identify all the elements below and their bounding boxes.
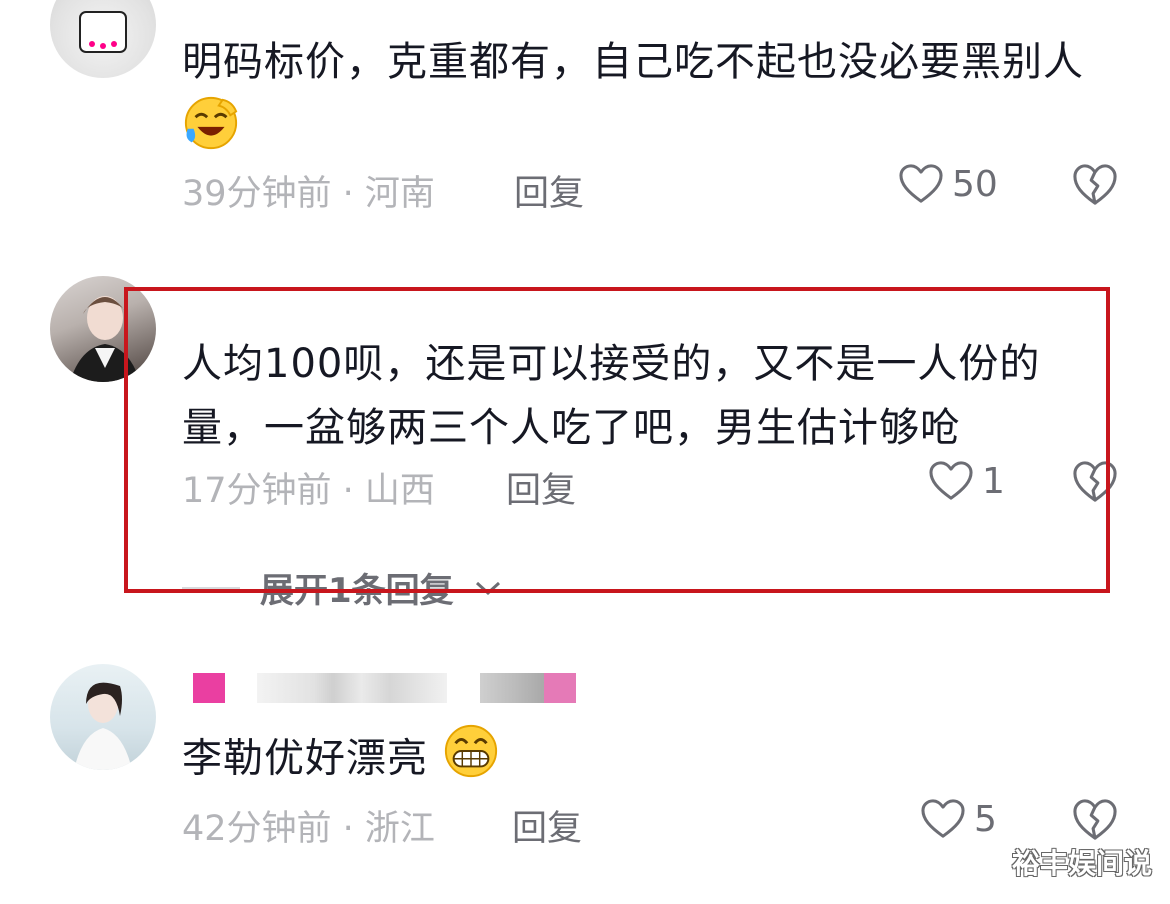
divider	[182, 586, 240, 589]
heart-icon	[929, 461, 973, 500]
heart-icon	[921, 799, 965, 838]
broken-heart-icon	[1073, 799, 1117, 840]
avatar[interactable]	[50, 0, 156, 78]
reply-button[interactable]: 回复	[506, 462, 576, 513]
comment-text: 明码标价，克重都有，自己吃不起也没必要黑别人	[182, 30, 1102, 171]
like-count: 1	[982, 460, 1005, 502]
like-button[interactable]: 1	[928, 460, 1005, 502]
like-button[interactable]: 50	[898, 163, 998, 205]
expand-replies-label: 展开1条回复	[260, 571, 454, 611]
avatar[interactable]	[50, 664, 156, 770]
dislike-button[interactable]	[1072, 798, 1118, 846]
comment-time-location: 17分钟前 · 山西	[182, 471, 435, 511]
dislike-button[interactable]	[1072, 460, 1118, 508]
grinning-emoji	[442, 722, 500, 799]
heart-icon	[899, 164, 943, 203]
like-button[interactable]: 5	[920, 798, 997, 840]
laughing-tears-emoji	[182, 94, 240, 171]
watermark: 裕丰娱间说	[1011, 847, 1152, 880]
chevron-down-icon	[475, 581, 500, 595]
comment-text: 李勒优好漂亮	[182, 722, 1082, 799]
like-count: 5	[974, 798, 997, 840]
broken-heart-icon	[1073, 164, 1117, 205]
comment-time-location: 42分钟前 · 浙江	[182, 809, 435, 849]
reply-button[interactable]: 回复	[512, 800, 582, 851]
like-count: 50	[952, 163, 998, 205]
reply-button[interactable]: 回复	[514, 165, 584, 216]
comment-text: 人均100呗，还是可以接受的，又不是一人份的量，一盆够两三个人吃了吧，男生估计够…	[182, 341, 1041, 451]
avatar[interactable]	[50, 276, 156, 382]
dislike-button[interactable]	[1072, 163, 1118, 211]
comment-time-location: 39分钟前 · 河南	[182, 174, 435, 214]
expand-replies-button[interactable]: 展开1条回复	[182, 563, 502, 612]
broken-heart-icon	[1073, 461, 1117, 502]
